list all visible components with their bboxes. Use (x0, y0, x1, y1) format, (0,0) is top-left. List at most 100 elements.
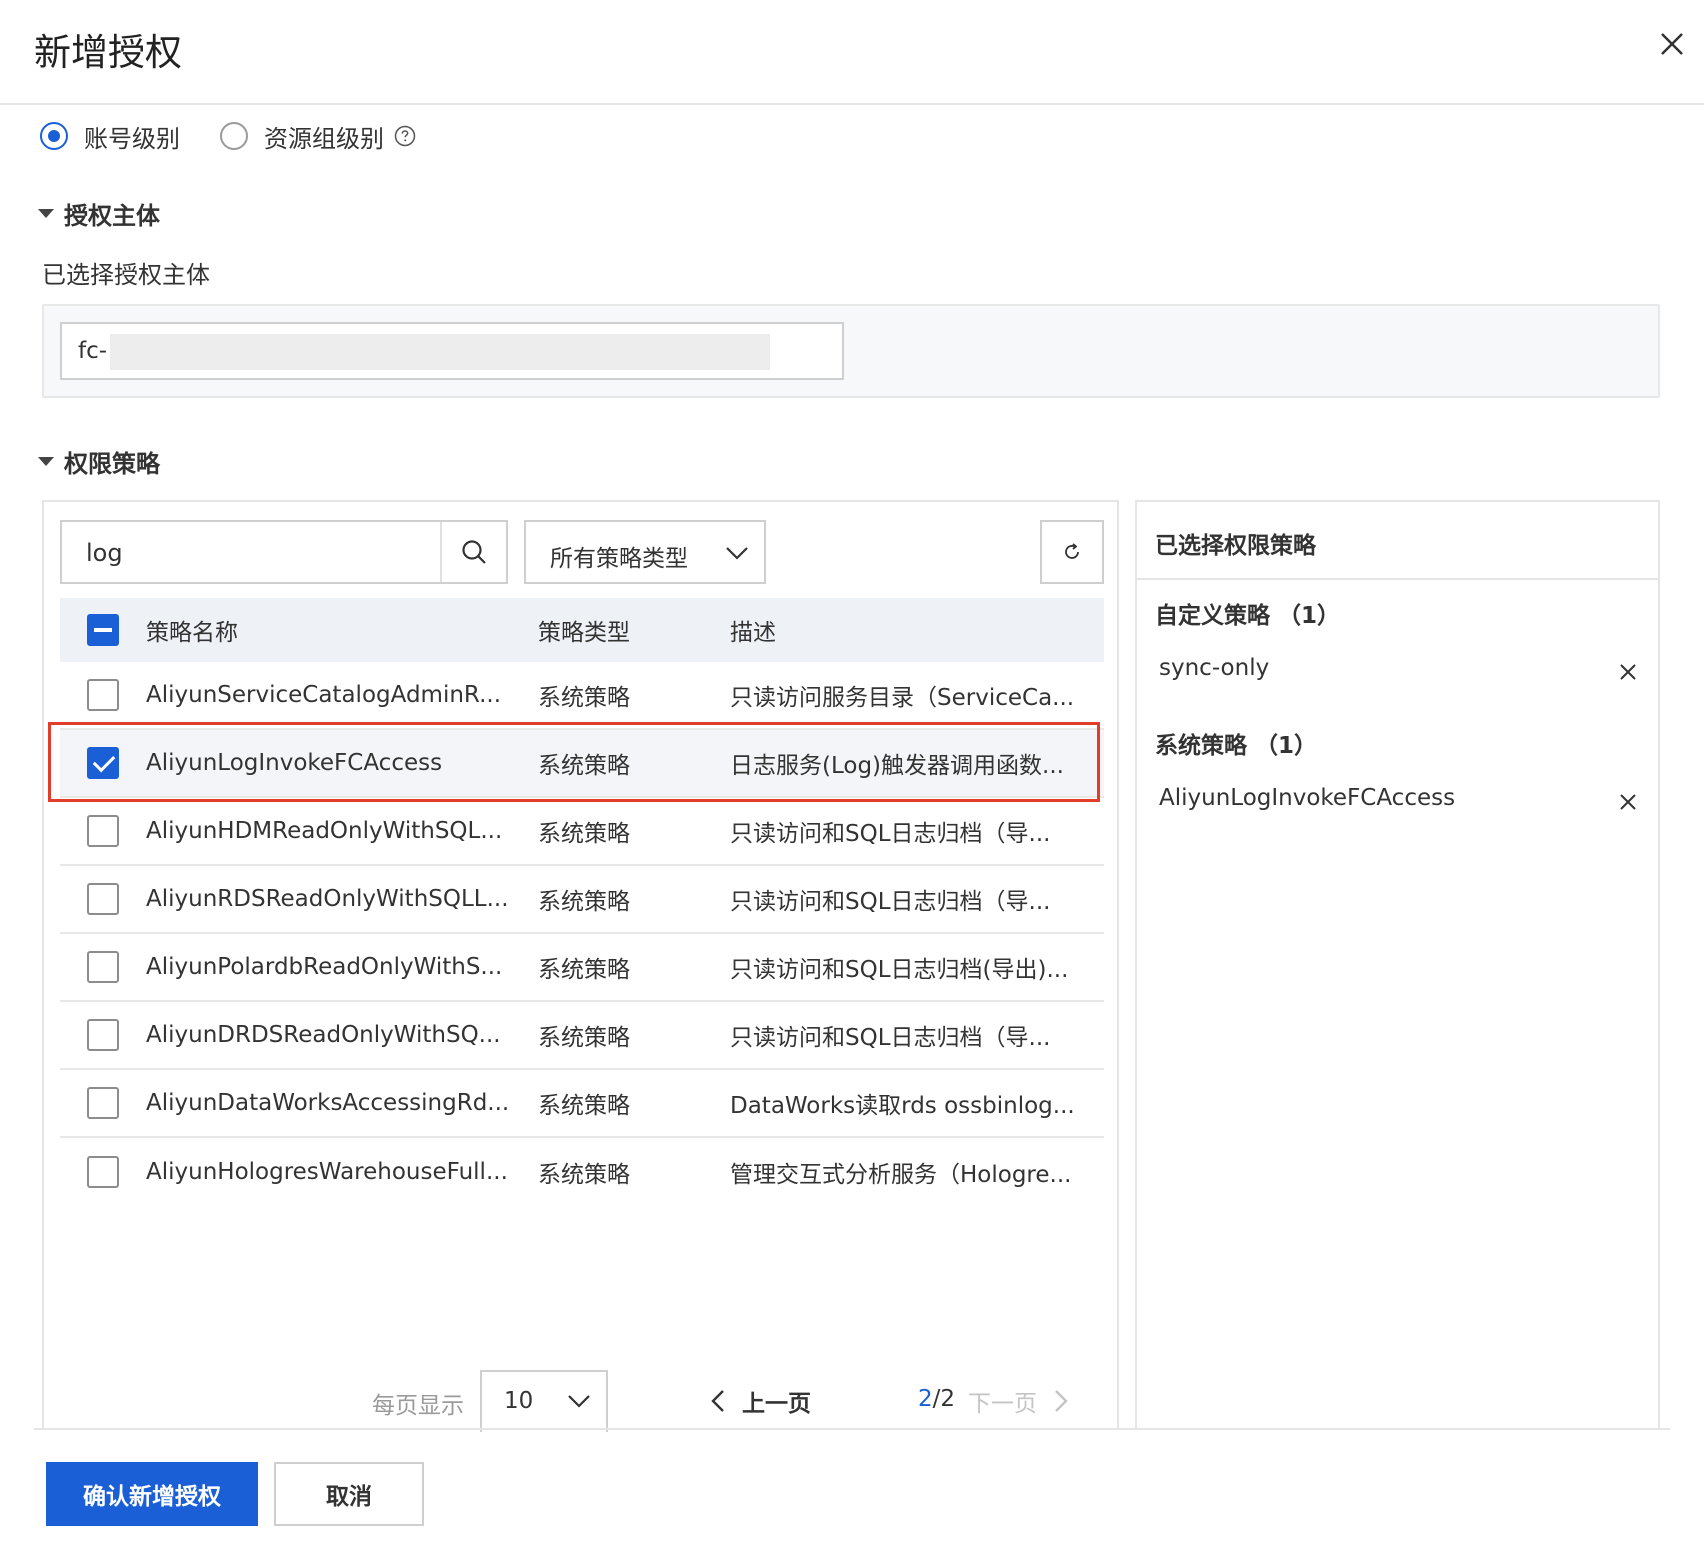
custom-policy-group-title: 自定义策略 （1） (1155, 603, 1341, 629)
policy-table: 策略名称 策略类型 描述 AliyunServiceCatalogAdminR.… (60, 598, 1104, 1206)
principal-section-toggle[interactable]: 授权主体 (38, 196, 160, 231)
policy-section-toggle[interactable]: 权限策略 (38, 444, 160, 479)
radio-account-level[interactable]: 账号级别 (40, 119, 180, 154)
select-all-checkbox[interactable] (87, 614, 119, 646)
search-button[interactable] (440, 522, 506, 582)
selected-policy-item: AliyunLogInvokeFCAccess (1159, 785, 1639, 825)
policy-desc: 只读访问服务目录（ServiceCa... (730, 685, 1075, 711)
close-icon[interactable] (1654, 26, 1690, 62)
total-pages: /2 (932, 1386, 956, 1412)
policy-type: 系统策略 (538, 889, 630, 915)
row-checkbox[interactable] (87, 1156, 119, 1188)
selected-policies-panel: 已选择权限策略 自定义策略 （1） sync-only 系统策略 （1） Ali… (1135, 500, 1660, 1430)
policy-type: 系统策略 (538, 1162, 630, 1188)
caret-down-icon (38, 457, 54, 466)
current-page: 2 (918, 1386, 933, 1412)
column-header-desc: 描述 (730, 620, 776, 646)
table-header: 策略名称 策略类型 描述 (60, 598, 1104, 662)
table-row[interactable]: AliyunDRDSReadOnlyWithSQ... 系统策略 只读访问和SQ… (60, 1002, 1104, 1070)
selected-policies-title: 已选择权限策略 (1137, 502, 1658, 580)
radio-label: 账号级别 (84, 124, 180, 153)
refresh-icon (1065, 543, 1079, 559)
chevron-down-icon (568, 1395, 590, 1408)
remove-icon[interactable] (1617, 661, 1639, 683)
prev-page-button[interactable]: 上一页 (710, 1384, 811, 1418)
chevron-down-icon (726, 547, 748, 560)
cancel-button[interactable]: 取消 (274, 1462, 424, 1526)
radio-dot (40, 122, 68, 150)
policy-type: 系统策略 (538, 753, 630, 779)
caret-down-icon (38, 209, 54, 218)
selected-policy-item: sync-only (1159, 655, 1639, 695)
policy-name: AliyunPolardbReadOnlyWithS... (146, 954, 503, 980)
confirm-add-authorization-button[interactable]: 确认新增授权 (46, 1462, 258, 1526)
row-checkbox[interactable] (87, 951, 119, 983)
dialog-title: 新增授权 (34, 31, 182, 74)
next-page-button[interactable]: 下一页 (968, 1384, 1069, 1418)
select-value: 所有策略类型 (550, 546, 688, 572)
row-checkbox[interactable] (87, 1019, 119, 1051)
remove-icon[interactable] (1617, 791, 1639, 813)
row-checkbox[interactable] (87, 883, 119, 915)
policy-desc: 只读访问和SQL日志归档（导... (730, 1025, 1051, 1051)
policy-type-select[interactable]: 所有策略类型 (524, 520, 766, 584)
add-authorization-dialog: 新增授权 账号级别 资源组级别 授权主体 已选择授权主体 fc- 权限策略 lo… (0, 0, 1704, 1554)
policy-type: 系统策略 (538, 957, 630, 983)
policy-name: AliyunServiceCatalogAdminR... (146, 682, 502, 708)
select-value: 10 (504, 1388, 534, 1414)
redacted-mask (110, 334, 770, 370)
refresh-button[interactable] (1040, 520, 1104, 584)
principal-value: fc- (78, 338, 108, 364)
page-indicator: 2/2 (918, 1386, 955, 1412)
table-row[interactable]: AliyunDataWorksAccessingRd... 系统策略 DataW… (60, 1070, 1104, 1138)
help-icon[interactable] (394, 125, 416, 147)
search-icon (462, 540, 486, 564)
row-checkbox[interactable] (87, 815, 119, 847)
radio-dot (220, 122, 248, 150)
table-row[interactable]: AliyunRDSReadOnlyWithSQLL... 系统策略 只读访问和S… (60, 866, 1104, 934)
row-checkbox[interactable] (87, 679, 119, 711)
next-label: 下一页 (968, 1391, 1037, 1417)
policy-name: AliyunHDMReadOnlyWithSQL... (146, 818, 503, 844)
policy-name: AliyunRDSReadOnlyWithSQLL... (146, 886, 509, 912)
row-checkbox[interactable] (87, 747, 119, 779)
radio-resource-group-level[interactable]: 资源组级别 (220, 119, 416, 154)
column-header-name: 策略名称 (146, 620, 238, 646)
policy-desc: 日志服务(Log)触发器调用函数... (730, 753, 1064, 779)
table-row[interactable]: AliyunServiceCatalogAdminR... 系统策略 只读访问服… (60, 662, 1104, 730)
policy-type: 系统策略 (538, 1025, 630, 1051)
selected-policy-name: sync-only (1159, 655, 1270, 681)
policy-name: AliyunLogInvokeFCAccess (146, 750, 443, 776)
table-row[interactable]: AliyunHologresWarehouseFull... 系统策略 管理交互… (60, 1138, 1104, 1206)
table-row[interactable]: AliyunPolardbReadOnlyWithS... 系统策略 只读访问和… (60, 934, 1104, 1002)
policy-desc: 只读访问和SQL日志归档（导... (730, 889, 1051, 915)
policy-list-panel: log 所有策略类型 策略名称 策略类型 描述 AliyunServiceCat… (42, 500, 1119, 1432)
section-title: 权限策略 (64, 450, 160, 478)
per-page-select[interactable]: 10 (480, 1370, 608, 1432)
column-header-type: 策略类型 (538, 620, 630, 646)
principal-input[interactable]: fc- (60, 322, 844, 380)
dialog-header: 新增授权 (0, 0, 1704, 105)
selected-policy-name: AliyunLogInvokeFCAccess (1159, 785, 1456, 811)
policy-desc: 管理交互式分析服务（Hologre... (730, 1162, 1072, 1188)
table-row[interactable]: AliyunHDMReadOnlyWithSQL... 系统策略 只读访问和SQ… (60, 798, 1104, 866)
radio-label: 资源组级别 (264, 124, 384, 153)
chevron-left-icon (711, 1390, 724, 1412)
footer-divider (34, 1428, 1670, 1430)
policy-name: AliyunDataWorksAccessingRd... (146, 1090, 510, 1116)
selected-principal-label: 已选择授权主体 (42, 261, 210, 289)
chevron-right-icon (1055, 1390, 1068, 1412)
policy-desc: 只读访问和SQL日志归档(导出)... (730, 957, 1069, 983)
level-radio-group: 账号级别 资源组级别 (40, 118, 456, 154)
policy-desc: DataWorks读取rds ossbinlog... (730, 1093, 1075, 1119)
row-checkbox[interactable] (87, 1087, 119, 1119)
per-page-label: 每页显示 (372, 1393, 464, 1419)
table-row[interactable]: AliyunLogInvokeFCAccess 系统策略 日志服务(Log)触发… (60, 730, 1104, 798)
policy-type: 系统策略 (538, 685, 630, 711)
policy-type: 系统策略 (538, 821, 630, 847)
policy-search-input[interactable]: log (60, 520, 508, 584)
prev-label: 上一页 (742, 1391, 811, 1417)
policy-type: 系统策略 (538, 1093, 630, 1119)
policy-name: AliyunDRDSReadOnlyWithSQ... (146, 1022, 501, 1048)
policy-desc: 只读访问和SQL日志归档（导... (730, 821, 1051, 847)
